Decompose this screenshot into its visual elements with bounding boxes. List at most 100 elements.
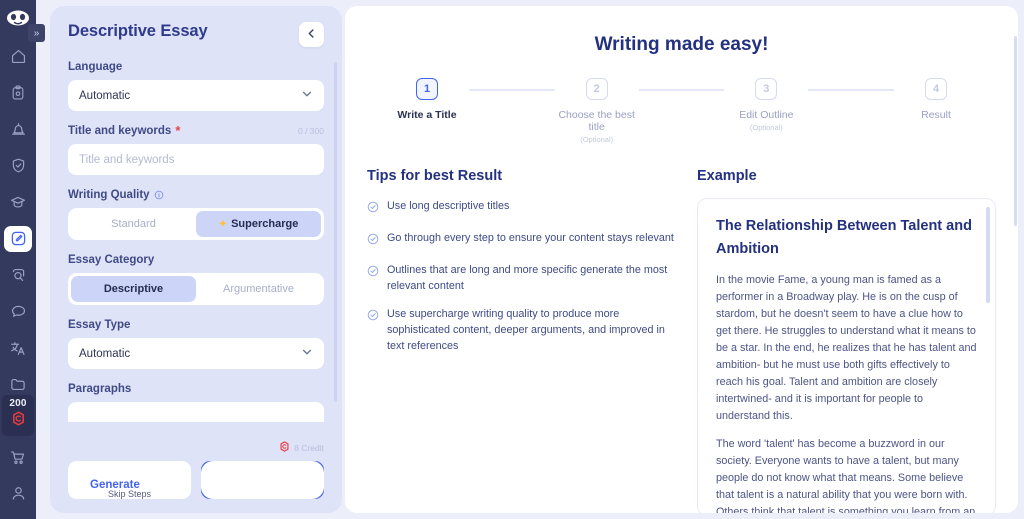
credit-coin-icon — [11, 411, 26, 431]
example-column: Example The Relationship Between Talent … — [697, 168, 996, 513]
sidebar-item-academy[interactable] — [4, 189, 32, 215]
writing-quality-option-supercharge[interactable]: ✦ Supercharge — [196, 211, 321, 237]
sidebar-item-plagiarism-shield[interactable] — [4, 153, 32, 179]
paragraphs-label: Paragraphs — [68, 383, 132, 395]
sidebar-item-documents[interactable] — [4, 371, 32, 397]
essay-type-field: Essay Type Automatic — [68, 319, 324, 369]
sidebar-item-home[interactable] — [4, 43, 32, 69]
generate-essay-label: Generate Essay — [68, 461, 191, 488]
character-counter: 0 / 300 — [298, 126, 324, 136]
credit-cost-text: 8 Credit — [294, 443, 324, 453]
paragraphs-input[interactable] — [68, 402, 324, 422]
sidebar-item-chat[interactable] — [4, 298, 32, 324]
expand-sidebar-button[interactable]: » — [28, 24, 45, 42]
tip-text: Go through every step to ensure your con… — [387, 232, 674, 244]
step-3[interactable]: 3 Edit Outline (Optional) — [724, 78, 808, 132]
list-item: Use long descriptive titles — [367, 198, 683, 218]
title-keywords-input[interactable]: Title and keywords — [68, 144, 324, 175]
step-3-label: Edit Outline — [739, 109, 794, 121]
sidebar-item-clipboard[interactable] — [4, 80, 32, 106]
collapse-panel-button[interactable] — [299, 22, 324, 47]
chevron-down-icon — [301, 346, 313, 361]
step-connector-1 — [469, 89, 555, 91]
pencil-edit-icon — [10, 230, 27, 247]
generate-essay-button[interactable]: Generate Essay Skip Steps — [68, 461, 191, 499]
essay-category-field: Essay Category Descriptive Argumentative — [68, 254, 324, 305]
list-item: Use supercharge writing quality to produ… — [367, 306, 683, 354]
essay-category-toggle[interactable]: Descriptive Argumentative — [68, 273, 324, 305]
sidebar-item-essay-writer[interactable] — [4, 225, 32, 252]
writing-quality-toggle[interactable]: Standard ✦ Supercharge — [68, 208, 324, 240]
page-title: Descriptive Essay — [68, 22, 208, 40]
settings-panel-wrapper: Descriptive Essay Language Automatic Tit… — [36, 0, 345, 519]
main-scrollbar[interactable] — [1014, 36, 1017, 226]
example-title: Example — [697, 168, 757, 184]
list-item: Go through every step to ensure your con… — [367, 230, 683, 250]
credit-cost: 8 Credit — [68, 441, 324, 455]
step-3-number: 3 — [755, 78, 778, 100]
sidebar-item-account[interactable] — [4, 481, 32, 507]
step-connector-3 — [808, 89, 895, 91]
language-value: Automatic — [79, 89, 131, 102]
step-1-label: Write a Title — [397, 109, 457, 121]
generate-essay-sublabel: Skip Steps — [107, 489, 152, 499]
title-keywords-field: Title and keywords * 0 / 300 Title and k… — [68, 124, 324, 175]
search-doc-icon — [10, 267, 27, 284]
step-4-number: 4 — [925, 78, 948, 100]
step-1-number: 1 — [416, 78, 438, 100]
improve-title-label: Improve Title — [201, 461, 324, 499]
content-columns: Tips for best Result Use long descriptiv… — [367, 168, 996, 513]
progress-stepper: 1 Write a Title 2 Choose the best title … — [367, 78, 996, 144]
bell-icon — [10, 121, 27, 138]
essay-type-value: Automatic — [79, 347, 131, 360]
essay-category-option-argumentative[interactable]: Argumentative — [196, 276, 321, 302]
example-scrollbar[interactable] — [986, 207, 990, 303]
tip-text: Use supercharge writing quality to produ… — [387, 308, 665, 352]
step-4[interactable]: 4 Result — [894, 78, 978, 123]
title-keywords-label: Title and keywords * — [68, 124, 180, 137]
title-keywords-label-text: Title and keywords — [68, 125, 172, 137]
writing-quality-option-standard[interactable]: Standard — [71, 211, 196, 237]
writing-quality-field: Writing Quality Standard ✦ Supercharge — [68, 189, 324, 240]
step-1[interactable]: 1 Write a Title — [385, 78, 469, 123]
tips-title: Tips for best Result — [367, 168, 503, 184]
chat-bubble-icon — [10, 303, 27, 320]
credit-balance-badge[interactable]: 200 — [2, 395, 34, 436]
sidebar-item-detector[interactable] — [4, 262, 32, 288]
essay-category-label-row: Essay Category — [68, 254, 324, 266]
sidebar-item-cart[interactable] — [4, 444, 32, 470]
main-wrapper: Writing made easy! 1 Write a Title 2 Cho… — [345, 0, 1024, 519]
sidebar-item-alerts[interactable] — [4, 116, 32, 142]
cart-icon — [9, 449, 27, 466]
info-icon[interactable] — [154, 190, 164, 200]
essay-settings-panel: Descriptive Essay Language Automatic Tit… — [50, 6, 342, 513]
panel-scrollbar[interactable] — [334, 62, 337, 402]
app-root: » 200 Descriptive Essay Language Automat… — [0, 0, 1024, 519]
step-2-optional: (Optional) — [580, 135, 614, 144]
chevron-left-icon — [306, 26, 317, 44]
paragraphs-field: Paragraphs — [68, 383, 324, 422]
tip-text: Outlines that are long and more specific… — [387, 264, 668, 292]
improve-title-button[interactable]: Improve Title — [201, 461, 324, 499]
tips-column: Tips for best Result Use long descriptiv… — [367, 168, 697, 513]
sidebar-item-translate[interactable] — [4, 335, 32, 361]
list-item: Outlines that are long and more specific… — [367, 262, 683, 294]
main-heading: Writing made easy! — [594, 34, 769, 55]
check-circle-icon — [367, 308, 379, 354]
left-nav-rail — [0, 0, 36, 519]
writing-quality-label-text: Writing Quality — [68, 189, 150, 201]
language-label: Language — [68, 61, 123, 73]
essay-category-option-descriptive[interactable]: Descriptive — [71, 276, 196, 302]
language-field: Language Automatic — [68, 61, 324, 111]
home-icon — [10, 48, 27, 65]
credit-balance-amount: 200 — [9, 398, 27, 409]
check-circle-icon — [367, 200, 379, 218]
language-select[interactable]: Automatic — [68, 80, 324, 111]
step-3-optional: (Optional) — [749, 123, 783, 132]
step-4-label: Result — [921, 109, 951, 121]
essay-type-select[interactable]: Automatic — [68, 338, 324, 369]
writing-quality-label-row: Writing Quality — [68, 189, 324, 201]
sparkle-icon: ✦ — [218, 218, 228, 230]
panel-footer: 8 Credit Generate Essay Skip Steps Impro… — [50, 437, 342, 513]
step-2[interactable]: 2 Choose the best title (Optional) — [555, 78, 639, 144]
